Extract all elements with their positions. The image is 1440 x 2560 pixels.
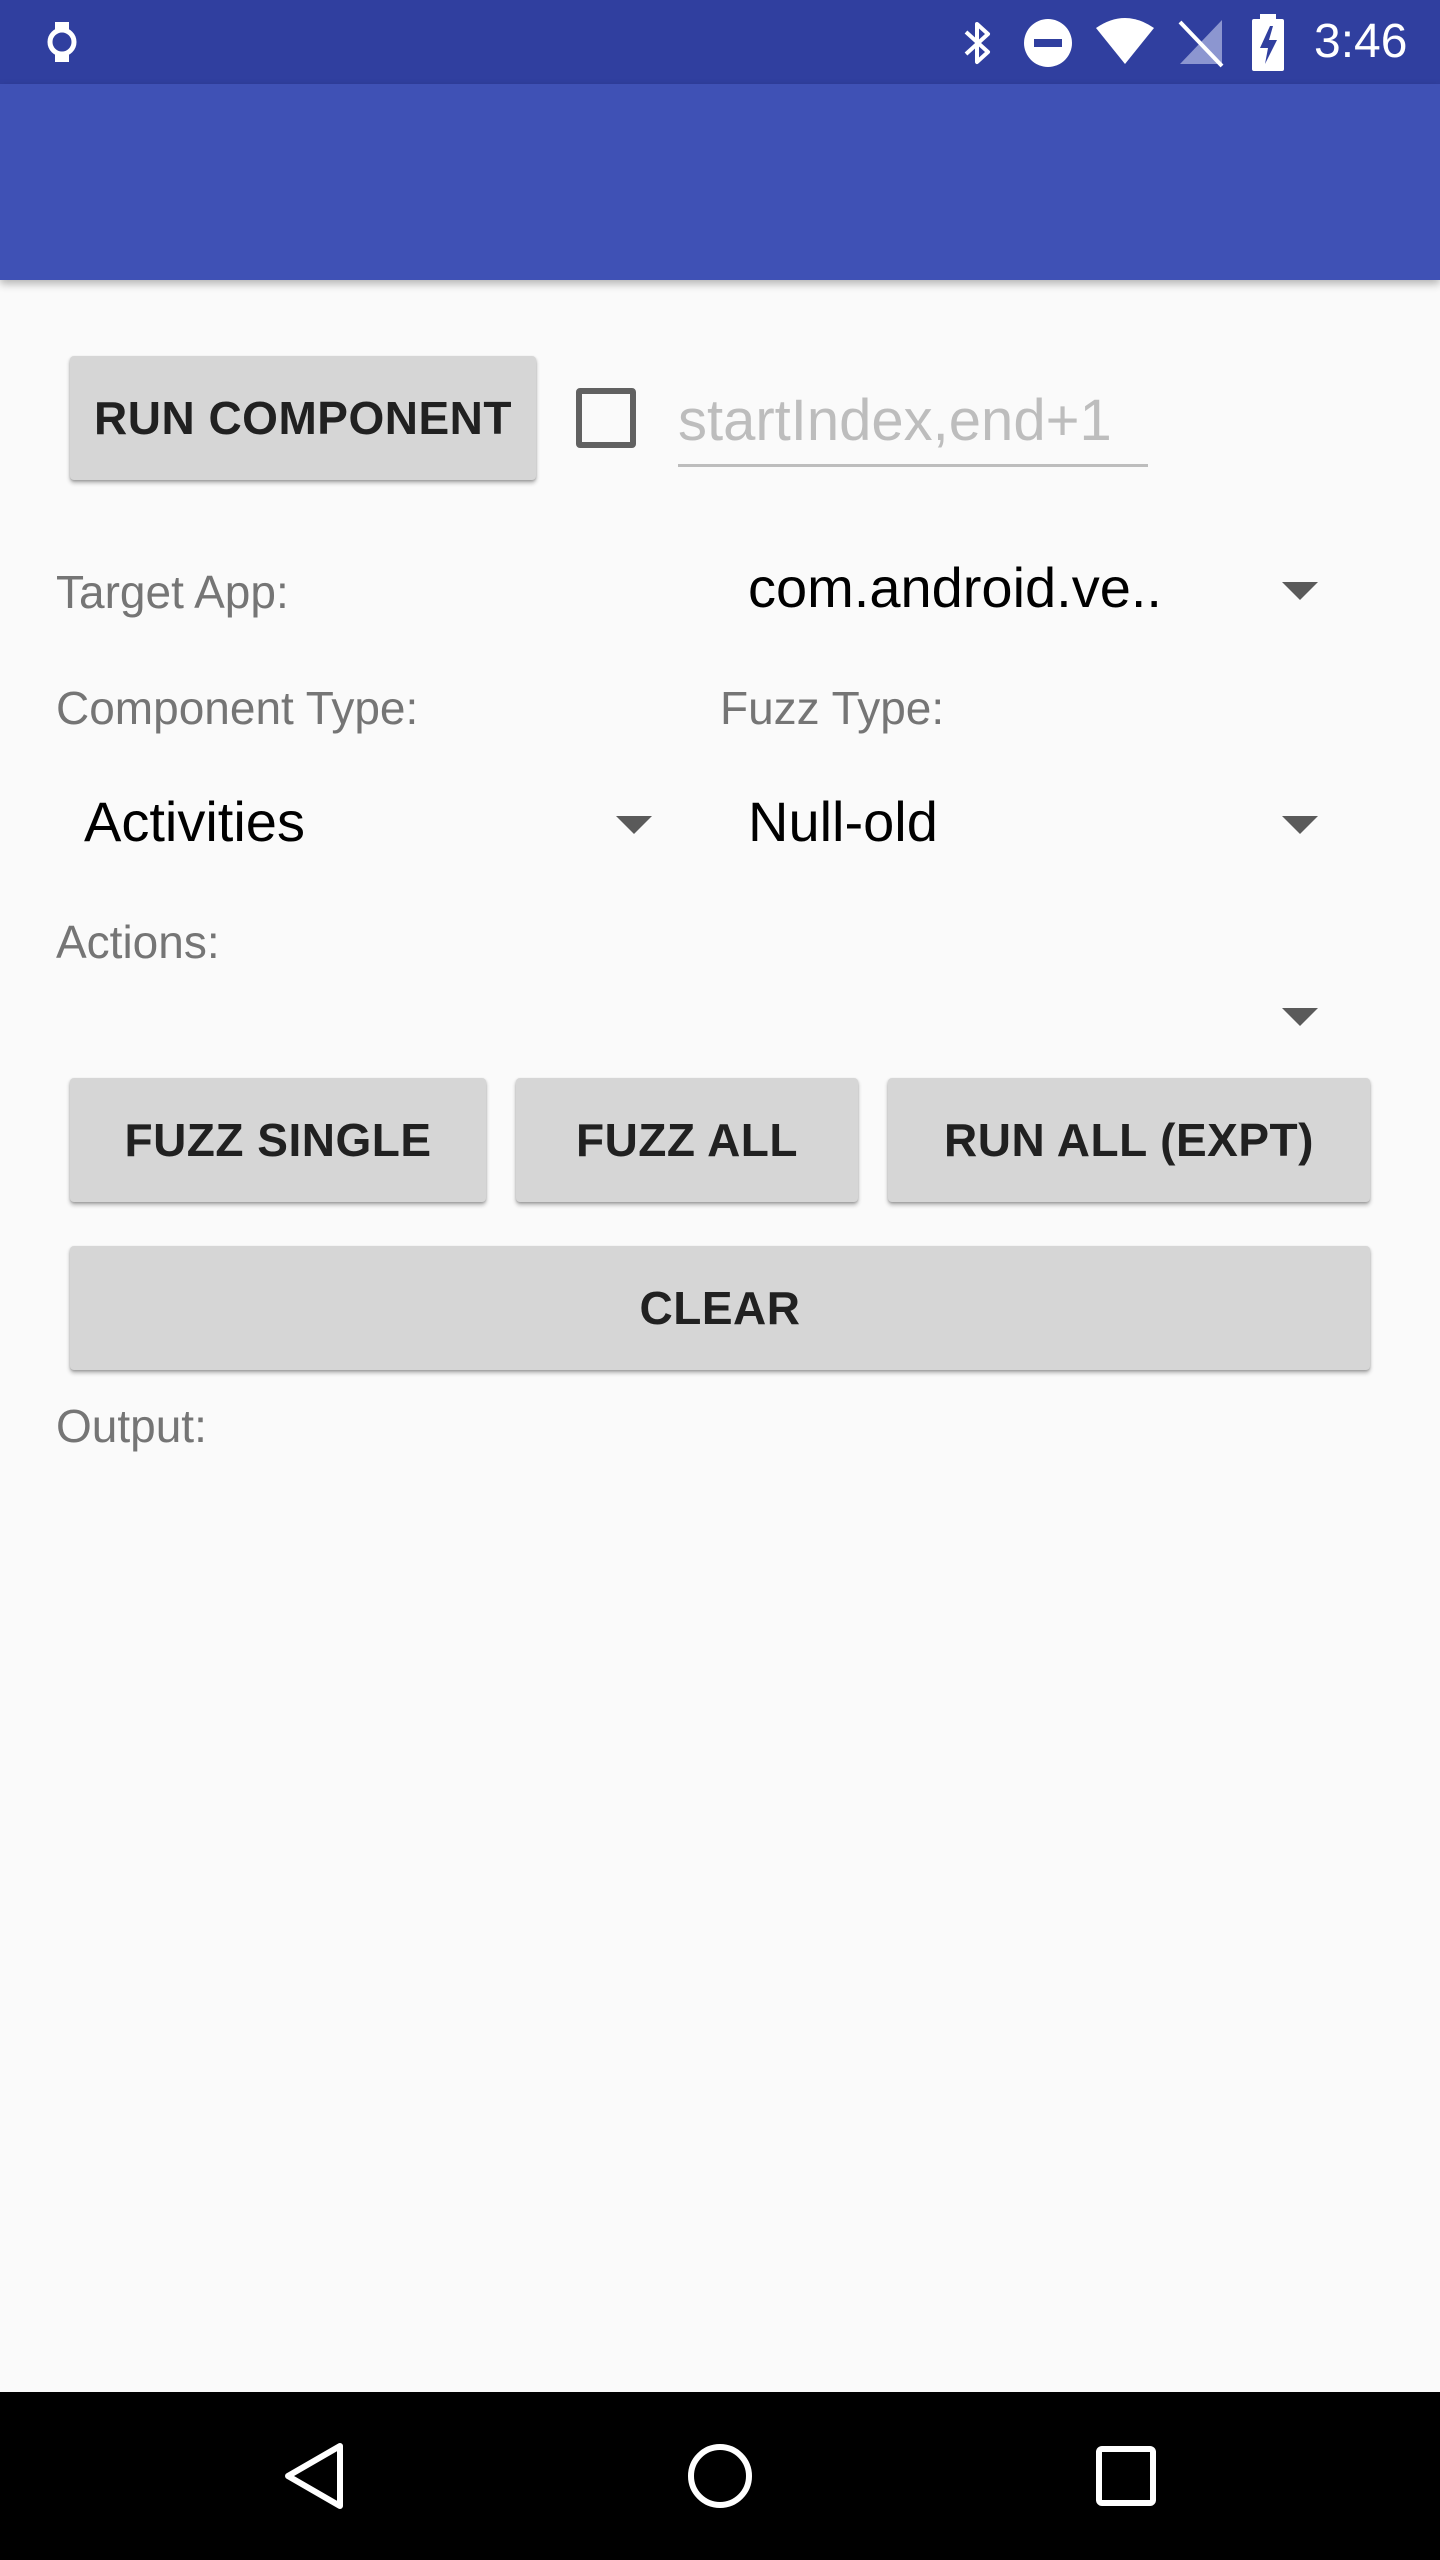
back-icon[interactable] <box>280 2440 348 2512</box>
clear-button[interactable]: CLEAR <box>70 1246 1370 1370</box>
chevron-down-icon <box>1282 582 1318 600</box>
actions-spinner[interactable] <box>56 972 1340 1058</box>
output-text <box>56 1470 1384 2350</box>
bluetooth-icon <box>964 22 990 64</box>
component-type-label: Component Type: <box>56 682 419 734</box>
clear-label: CLEAR <box>639 1282 801 1334</box>
target-app-label: Target App: <box>56 566 289 618</box>
fuzz-all-label: FUZZ ALL <box>575 1114 798 1166</box>
status-bar: 3:46 <box>0 0 1440 84</box>
watch-icon <box>47 22 77 62</box>
fuzz-type-label: Fuzz Type: <box>720 682 945 734</box>
chevron-down-icon <box>1282 1008 1318 1026</box>
run-component-label: RUN COMPONENT <box>94 392 512 444</box>
do-not-disturb-icon <box>1024 19 1072 67</box>
target-app-spinner[interactable]: com.android.ve.. <box>720 548 1340 632</box>
chevron-down-icon <box>616 816 652 834</box>
fuzz-type-spinner[interactable]: Null-old <box>720 782 1340 866</box>
component-type-value: Activities <box>84 790 305 853</box>
target-app-value: com.android.ve.. <box>748 556 1162 619</box>
run-all-label: RUN ALL (EXPT) <box>944 1114 1314 1166</box>
app-bar <box>0 84 1440 280</box>
component-type-spinner[interactable]: Activities <box>56 782 676 866</box>
fuzz-type-value: Null-old <box>748 790 938 853</box>
run-component-button[interactable]: RUN COMPONENT <box>70 356 536 480</box>
battery-charging-icon <box>1252 14 1284 71</box>
fuzz-single-button[interactable]: FUZZ SINGLE <box>70 1078 486 1202</box>
clock: 3:46 <box>1314 15 1408 68</box>
navigation-bar <box>0 2392 1440 2560</box>
fuzz-single-label: FUZZ SINGLE <box>124 1114 432 1166</box>
actions-label: Actions: <box>56 916 220 968</box>
range-input[interactable] <box>678 376 1148 467</box>
fuzz-all-button[interactable]: FUZZ ALL <box>516 1078 858 1202</box>
run-all-button[interactable]: RUN ALL (EXPT) <box>888 1078 1370 1202</box>
recents-icon[interactable] <box>1094 2444 1158 2508</box>
output-label: Output: <box>56 1400 207 1452</box>
range-checkbox[interactable] <box>576 388 636 448</box>
home-icon[interactable] <box>686 2442 754 2510</box>
wifi-icon <box>1096 18 1154 64</box>
chevron-down-icon <box>1282 816 1318 834</box>
no-signal-icon <box>1178 20 1224 68</box>
